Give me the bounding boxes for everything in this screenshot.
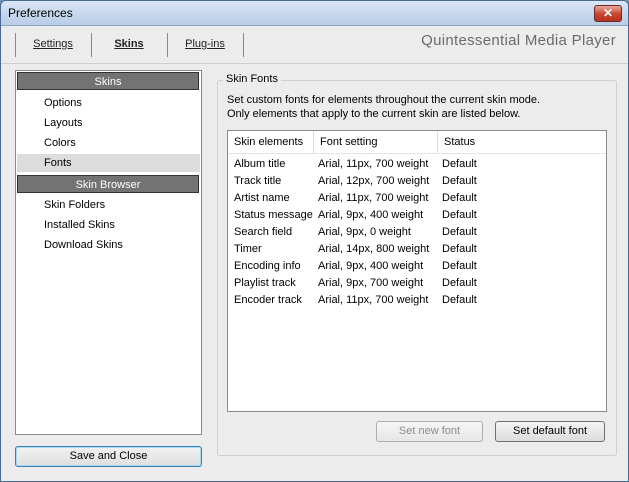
cell-status: Default	[442, 192, 477, 204]
sidebar: Skins Options Layouts Colors Fonts Skin …	[15, 70, 202, 435]
cell-skin-element: Search field	[234, 226, 293, 238]
divider	[1, 63, 628, 64]
tab-plug-ins[interactable]: Plug-ins	[168, 33, 242, 55]
cell-status: Default	[442, 277, 477, 289]
title-bar[interactable]: Preferences ✕	[1, 1, 628, 26]
cell-skin-element: Encoder track	[234, 294, 302, 306]
cell-font-setting: Arial, 11px, 700 weight	[318, 192, 429, 204]
window-title: Preferences	[8, 6, 73, 20]
cell-font-setting: Arial, 9px, 400 weight	[318, 209, 424, 221]
column-header-status[interactable]: Status	[438, 131, 606, 153]
table-row[interactable]: Timer Arial, 14px, 800 weight Default	[228, 241, 606, 258]
close-icon[interactable]: ✕	[594, 5, 622, 22]
client-area: Settings Skins Plug-ins Quintessential M…	[1, 26, 628, 481]
cell-status: Default	[442, 226, 477, 238]
skin-fonts-list[interactable]: Skin elements Font setting Status Album …	[227, 130, 607, 412]
cell-status: Default	[442, 209, 477, 221]
tab-separator	[243, 33, 244, 57]
cell-status: Default	[442, 294, 477, 306]
cell-status: Default	[442, 260, 477, 272]
cell-skin-element: Album title	[234, 158, 286, 170]
set-new-font-button[interactable]: Set new font	[376, 421, 483, 442]
app-name: Quintessential Media Player	[421, 32, 616, 49]
cell-font-setting: Arial, 14px, 800 weight	[318, 243, 430, 255]
cell-status: Default	[442, 175, 477, 187]
cell-font-setting: Arial, 9px, 0 weight	[318, 226, 411, 238]
cell-font-setting: Arial, 9px, 700 weight	[318, 277, 424, 289]
cell-font-setting: Arial, 9px, 400 weight	[318, 260, 424, 272]
table-row[interactable]: Track title Arial, 12px, 700 weight Defaul…	[228, 173, 606, 190]
cell-status: Default	[442, 243, 477, 255]
sidebar-item-download-skins[interactable]: Download Skins	[17, 236, 200, 254]
sidebar-item-fonts[interactable]: Fonts	[17, 154, 200, 172]
table-row[interactable]: Status message Arial, 9px, 400 weight Defa…	[228, 207, 606, 224]
sidebar-item-installed-skins[interactable]: Installed Skins	[17, 216, 200, 234]
sidebar-section-skin-browser[interactable]: Skin Browser	[17, 175, 199, 193]
description-line: Only elements that apply to the current …	[227, 108, 521, 120]
cell-skin-element: Playlist track	[234, 277, 296, 289]
cell-status: Default	[442, 158, 477, 170]
sidebar-item-options[interactable]: Options	[17, 94, 200, 112]
table-row[interactable]: Artist name Arial, 11px, 700 weight Defaul…	[228, 190, 606, 207]
cell-font-setting: Arial, 12px, 700 weight	[318, 175, 430, 187]
sidebar-item-skin-folders[interactable]: Skin Folders	[17, 196, 200, 214]
sidebar-item-layouts[interactable]: Layouts	[17, 114, 200, 132]
cell-skin-element: Encoding info	[234, 260, 301, 272]
sidebar-item-colors[interactable]: Colors	[17, 134, 200, 152]
column-header-skin-elements[interactable]: Skin elements	[228, 131, 314, 153]
cell-skin-element: Timer	[234, 243, 262, 255]
cell-font-setting: Arial, 11px, 700 weight	[318, 294, 429, 306]
table-row[interactable]: Encoding info Arial, 9px, 400 weight Defau…	[228, 258, 606, 275]
description-line: Set custom fonts for elements throughout…	[227, 94, 541, 106]
preferences-window: Preferences ✕ Settings Skins Plug-ins Qu…	[0, 0, 629, 482]
tab-settings[interactable]: Settings	[16, 33, 90, 55]
cell-skin-element: Artist name	[234, 192, 290, 204]
panel-description: Set custom fonts for elements throughout…	[227, 93, 607, 121]
table-row[interactable]: Playlist track Arial, 9px, 700 weight Defa…	[228, 275, 606, 292]
header-divider	[228, 153, 606, 154]
tab-skins[interactable]: Skins	[92, 33, 166, 55]
save-and-close-button[interactable]: Save and Close	[15, 446, 202, 467]
table-row[interactable]: Album title Arial, 11px, 700 weight Defaul…	[228, 156, 606, 173]
table-row[interactable]: Encoder track Arial, 11px, 700 weight Defa…	[228, 292, 606, 309]
group-label: Skin Fonts	[223, 73, 281, 85]
cell-font-setting: Arial, 11px, 700 weight	[318, 158, 429, 170]
table-row[interactable]: Search field Arial, 9px, 0 weight Default	[228, 224, 606, 241]
column-header-font-setting[interactable]: Font setting	[314, 131, 438, 153]
sidebar-section-skins[interactable]: Skins	[17, 72, 199, 90]
cell-skin-element: Track title	[234, 175, 282, 187]
cell-skin-element: Status message	[234, 209, 313, 221]
set-default-font-button[interactable]: Set default font	[495, 421, 605, 442]
